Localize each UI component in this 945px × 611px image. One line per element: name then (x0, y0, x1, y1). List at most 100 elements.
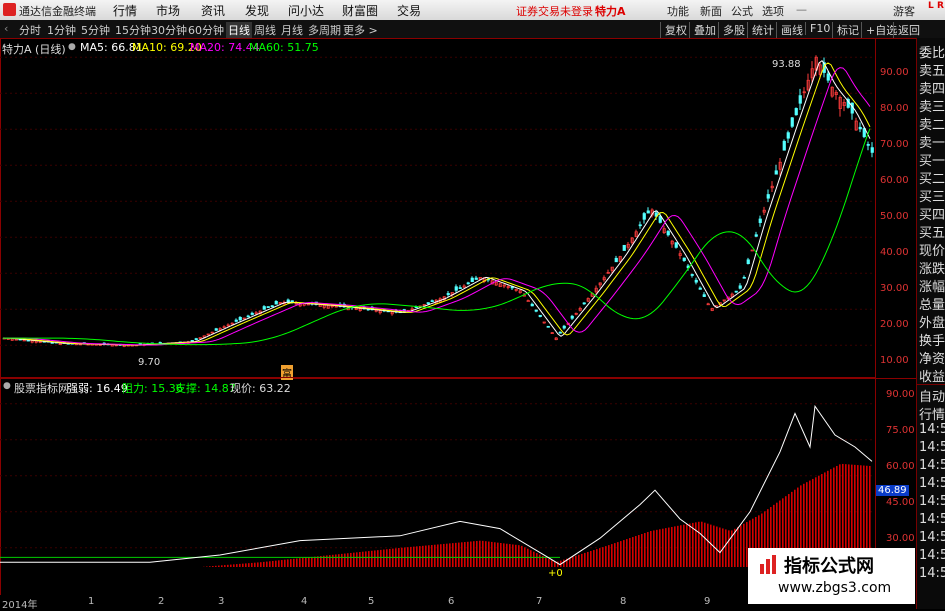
indicator-bar (335, 554, 337, 567)
period-monthly[interactable]: 月线 (281, 22, 303, 38)
indicator-bar (371, 551, 373, 567)
indicator-bar (551, 560, 553, 567)
btn-tongji[interactable]: 统计 (747, 22, 774, 38)
rp-auto[interactable]: 自动 (919, 386, 945, 405)
indicator-bar (236, 564, 238, 567)
minimize-icon[interactable]: — (796, 3, 807, 16)
indicator-bar (518, 545, 520, 567)
indicator-bar (329, 555, 331, 567)
guest-label[interactable]: 游客 (893, 3, 915, 19)
ma60-line (3, 129, 870, 345)
period-30min[interactable]: 30分钟 (151, 22, 187, 38)
indicator-bar (512, 544, 514, 567)
indicator-bar (695, 522, 697, 567)
indicator-bar (224, 565, 226, 567)
period-daily[interactable]: 日线 (226, 22, 252, 38)
candle-body (583, 303, 586, 304)
rp-buy2: 买二 (919, 168, 945, 187)
menu-wenxiaoda[interactable]: 问小达 (288, 2, 324, 19)
quote-side-panel: 委比 卖五 卖四 卖三 卖二 卖一 买一 买二 买三 买四 买五 现价 涨跌 涨… (916, 38, 945, 609)
indicator-bar (632, 537, 634, 567)
indicator-bar (296, 558, 298, 567)
indicator-bar (608, 545, 610, 567)
stock-name: 特力A (595, 3, 626, 19)
menu-jiaoyi[interactable]: 交易 (397, 2, 421, 19)
rp-time-7: 14:5 (919, 530, 945, 545)
indicator-bar (647, 532, 649, 567)
menu-caifuquan[interactable]: 财富圈 (342, 2, 378, 19)
indicator-bar (533, 552, 535, 567)
indicator-bar (293, 559, 295, 567)
candle-body (759, 219, 762, 223)
candlestick-chart[interactable] (0, 38, 916, 377)
candle-body (615, 258, 618, 262)
indicator-bar (278, 560, 280, 567)
rp-jingzi: 净资 (919, 348, 945, 367)
indicator-bar (656, 530, 658, 567)
indicator-bar (386, 549, 388, 567)
menu-gongshi[interactable]: 公式 (731, 3, 753, 19)
indicator-bar (635, 536, 637, 567)
period-weekly[interactable]: 周线 (254, 22, 276, 38)
period-5min[interactable]: 5分钟 (81, 22, 110, 38)
rp-sell2: 卖二 (919, 114, 945, 133)
period-more[interactable]: 更多 > (343, 22, 378, 38)
indicator-bar (458, 543, 460, 567)
menu-gongneng[interactable]: 功能 (667, 3, 689, 19)
candle-body (639, 225, 642, 226)
indicator-bar (425, 546, 427, 567)
period-15min[interactable]: 15分钟 (115, 22, 151, 38)
indicator-bar (473, 541, 475, 567)
btn-f10[interactable]: F10 (805, 22, 830, 35)
indicator-bar (314, 557, 316, 567)
rp-time-9: 14:5 (919, 566, 945, 581)
indicator-bar (428, 545, 430, 567)
y-tick-20: 20.00 (880, 319, 909, 330)
indicator-bar (689, 524, 691, 567)
btn-huaxian[interactable]: 画线 (776, 22, 803, 38)
menu-zixun[interactable]: 资讯 (201, 2, 225, 19)
menu-xuanxiang[interactable]: 选项 (762, 3, 784, 19)
indicator-bar (578, 555, 580, 567)
indicator-bar (665, 528, 667, 567)
rp-sell3: 卖三 (919, 96, 945, 115)
menu-shichang[interactable]: 市场 (156, 2, 180, 19)
indicator-bar (704, 523, 706, 567)
x-tick-6: 6 (448, 596, 454, 607)
period-60min[interactable]: 60分钟 (188, 22, 224, 38)
period-1min[interactable]: 1分钟 (47, 22, 76, 38)
btn-duogu[interactable]: 多股 (718, 22, 745, 38)
btn-biaoji[interactable]: 标记 (832, 22, 859, 38)
indicator-bar (368, 551, 370, 567)
btn-diejia[interactable]: 叠加 (689, 22, 716, 38)
y-tick-50: 50.00 (880, 211, 909, 222)
indicator-bar (461, 542, 463, 567)
indicator-bar (257, 562, 259, 567)
period-multi[interactable]: 多周期 (308, 22, 341, 38)
indicator-bar (641, 534, 643, 567)
candle-body (267, 307, 270, 308)
indicator-bar (269, 561, 271, 567)
btn-fuquan[interactable]: 复权 (660, 22, 687, 38)
indicator-bar (317, 556, 319, 567)
menu-hangqing[interactable]: 行情 (113, 2, 137, 19)
menu-xinmian[interactable]: 新面 (700, 3, 722, 19)
watermark-banner: 指标公式网 www.zbgs3.com (748, 548, 915, 604)
indicator-bar (671, 527, 673, 567)
candle-body (571, 316, 574, 318)
x-tick-7: 7 (536, 596, 542, 607)
period-fenshi[interactable]: 分时 (19, 22, 41, 38)
candle-body (427, 303, 430, 304)
btn-fanhui[interactable]: 返回 (893, 22, 920, 38)
candle-body (547, 326, 550, 327)
sub-marker-label: +0 (548, 568, 563, 579)
btn-zixuan[interactable]: +自选 (861, 22, 897, 38)
rp-hangqing[interactable]: 行情 (919, 404, 945, 423)
indicator-bar (575, 556, 577, 567)
menu-faxian[interactable]: 发现 (245, 2, 269, 19)
rp-time-1: 14:5 (919, 422, 945, 437)
toolbar-arrow-icon[interactable]: ‹ (4, 22, 8, 35)
indicator-bar (521, 546, 523, 567)
x-tick-1: 1 (88, 596, 94, 607)
rp-buy3: 买三 (919, 186, 945, 205)
